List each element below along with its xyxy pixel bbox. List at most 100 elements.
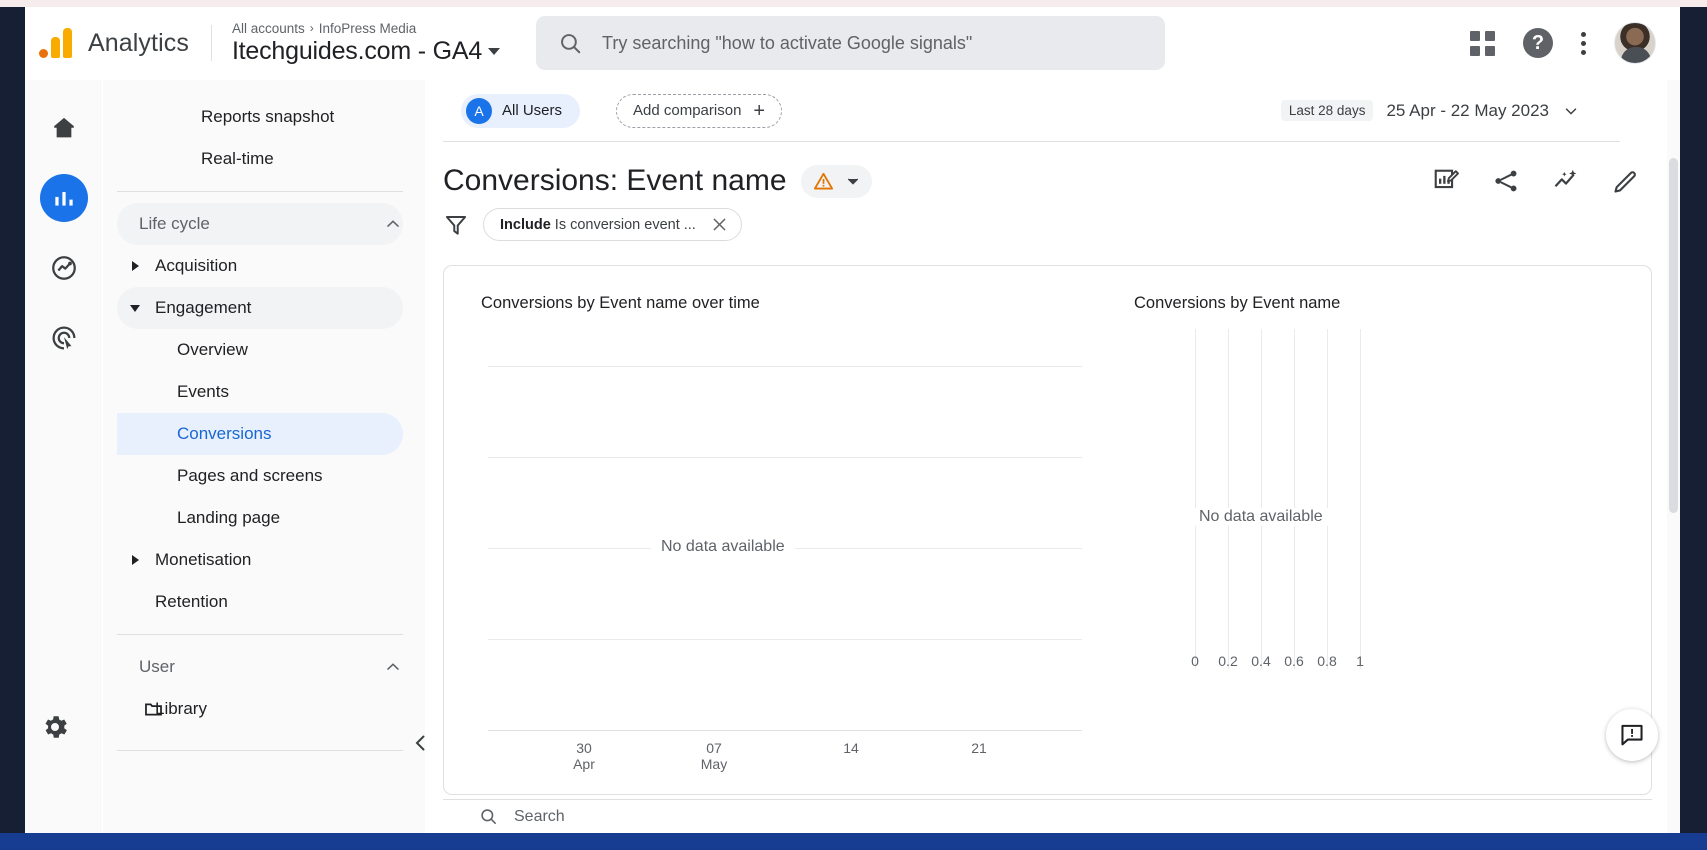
- sidebar-item-pages-and-screens[interactable]: Pages and screens: [117, 455, 403, 497]
- avatar[interactable]: [1614, 22, 1656, 64]
- data-warning-chip[interactable]: [800, 164, 872, 198]
- page-scrollbar-thumb[interactable]: [1669, 158, 1678, 513]
- logo-bar-medium: [51, 37, 60, 58]
- sidebar-item-overview[interactable]: Overview: [117, 329, 403, 371]
- chart-x-axis: [488, 730, 1082, 731]
- chart-gridline: [1195, 329, 1196, 669]
- breadcrumb-separator-icon: ›: [309, 21, 314, 35]
- send-feedback-button[interactable]: [1606, 709, 1658, 761]
- analytics-page: Analytics All accounts › InfoPress Media…: [25, 7, 1680, 833]
- sidebar-item-admin[interactable]: [40, 712, 70, 747]
- report-filter-row: Include Is conversion event ...: [425, 198, 1680, 241]
- date-range-label: 25 Apr - 22 May 2023: [1386, 100, 1549, 120]
- x-axis-tick: 0.6: [1284, 653, 1304, 669]
- help-icon[interactable]: ?: [1523, 28, 1553, 58]
- sidebar-item-label: Retention: [155, 592, 228, 611]
- report-actions: [1432, 167, 1640, 195]
- sidebar-item-landing-page[interactable]: Landing page: [117, 497, 403, 539]
- edit-icon[interactable]: [1612, 167, 1640, 195]
- sidebar-item-engagement[interactable]: Engagement: [117, 287, 403, 329]
- x-axis-tick: 1: [1356, 653, 1364, 669]
- report-main: A All Users Add comparison + Last 28 day…: [425, 80, 1680, 833]
- account-selector[interactable]: All accounts › InfoPress Media Itechguid…: [232, 21, 501, 66]
- kebab-dot: [1581, 49, 1586, 55]
- sidebar-item-library[interactable]: Library: [117, 688, 403, 730]
- table-search-row[interactable]: Search: [443, 799, 1652, 833]
- sidebar-item-label: Pages and screens: [177, 466, 323, 485]
- kebab-dot: [1581, 40, 1586, 46]
- chevron-down-icon: [1565, 107, 1577, 115]
- apps-grid-icon[interactable]: [1470, 30, 1495, 56]
- sidebar-section-label: User: [139, 657, 175, 676]
- sidebar-item-acquisition[interactable]: Acquisition: [117, 245, 403, 287]
- close-icon[interactable]: [710, 215, 729, 234]
- x-tick-line1: 30: [576, 740, 592, 756]
- customise-report-icon[interactable]: [1432, 167, 1460, 195]
- sidebar-item-advertising[interactable]: [40, 314, 88, 362]
- sidebar-section-life-cycle[interactable]: Life cycle: [117, 203, 403, 245]
- chart-gridline: [1228, 329, 1229, 669]
- property-selector[interactable]: Itechguides.com - GA4: [232, 37, 501, 66]
- filter-icon[interactable]: [443, 212, 469, 238]
- sidebar-item-reports-snapshot[interactable]: Reports snapshot: [117, 96, 403, 138]
- search-input[interactable]: Try searching "how to activate Google si…: [536, 16, 1166, 70]
- breadcrumb-account[interactable]: InfoPress Media: [319, 21, 417, 36]
- app-brand[interactable]: Analytics: [88, 29, 189, 58]
- chart-gridline: [1327, 329, 1328, 669]
- sidebar-item-monetisation[interactable]: Monetisation: [117, 539, 403, 581]
- app-header: Analytics All accounts › InfoPress Media…: [25, 7, 1680, 80]
- grid-cell: [1470, 45, 1480, 56]
- sidebar-item-label: Engagement: [155, 298, 252, 317]
- sidebar-item-retention[interactable]: Retention: [117, 581, 403, 623]
- grid-cell: [1470, 30, 1480, 41]
- page-title: Conversions: Event name: [443, 164, 787, 197]
- x-axis-tick: 0: [1191, 653, 1199, 669]
- breadcrumb-root[interactable]: All accounts: [232, 21, 305, 36]
- charts-card: Conversions by Event name over time No d…: [443, 265, 1652, 795]
- audience-badge: A: [466, 97, 492, 124]
- date-range-selector[interactable]: Last 28 days 25 Apr - 22 May 2023: [1280, 100, 1580, 121]
- filter-chip[interactable]: Include Is conversion event ...: [483, 208, 742, 241]
- sidebar-item-reports[interactable]: [39, 174, 88, 222]
- report-toolbar: A All Users Add comparison + Last 28 day…: [443, 80, 1620, 142]
- sidebar-item-label: Overview: [177, 340, 248, 359]
- add-comparison-button[interactable]: Add comparison +: [616, 93, 783, 128]
- sidebar-item-label: Acquisition: [155, 256, 238, 275]
- more-vert-icon[interactable]: [1581, 31, 1586, 55]
- share-icon[interactable]: [1492, 167, 1520, 195]
- x-axis-tick: 0.2: [1218, 653, 1238, 669]
- logo-bar-tall: [63, 28, 72, 58]
- os-taskbar[interactable]: [0, 833, 1707, 850]
- chevron-up-icon: [387, 663, 399, 670]
- filter-chip-text: Include Is conversion event ...: [500, 217, 696, 233]
- sidebar-item-label: Landing page: [177, 508, 281, 527]
- home-icon: [53, 117, 74, 138]
- x-tick-line2: May: [700, 756, 728, 772]
- page-scrollbar-track[interactable]: [1667, 80, 1680, 833]
- chart-gridline: [1294, 329, 1295, 669]
- logo-dot: [39, 49, 48, 58]
- secondary-nav: Reports snapshot Real-time Life cycle Ac…: [103, 80, 425, 833]
- chart-conversions-by-event-name: Conversions by Event name No data availa…: [1084, 266, 1651, 794]
- sidebar-item-explore[interactable]: [40, 244, 88, 292]
- sidebar-item-real-time[interactable]: Real-time: [117, 138, 403, 180]
- audience-chip-all-users[interactable]: A All Users: [461, 93, 581, 128]
- breadcrumb: All accounts › InfoPress Media: [232, 21, 500, 36]
- sidebar-section-user[interactable]: User: [117, 646, 403, 688]
- google-analytics-logo[interactable]: [39, 28, 72, 58]
- desktop-left-gutter: [0, 7, 25, 833]
- chevron-up-icon: [387, 220, 399, 227]
- chart-gridline: [488, 639, 1082, 640]
- sidebar-item-conversions[interactable]: Conversions: [117, 413, 403, 455]
- header-actions: ?: [1470, 22, 1680, 64]
- insights-icon[interactable]: [1552, 167, 1580, 195]
- x-tick-line1: 21: [971, 740, 987, 756]
- sidebar-item-home[interactable]: [40, 104, 88, 152]
- audience-label: All Users: [502, 102, 563, 119]
- chevron-down-icon: [488, 47, 501, 55]
- chevron-right-icon: [132, 555, 139, 565]
- x-tick-line2: Apr: [573, 756, 595, 772]
- nav-divider: [117, 750, 403, 751]
- sidebar-item-events[interactable]: Events: [117, 371, 403, 413]
- chart-gridline: [1261, 329, 1262, 669]
